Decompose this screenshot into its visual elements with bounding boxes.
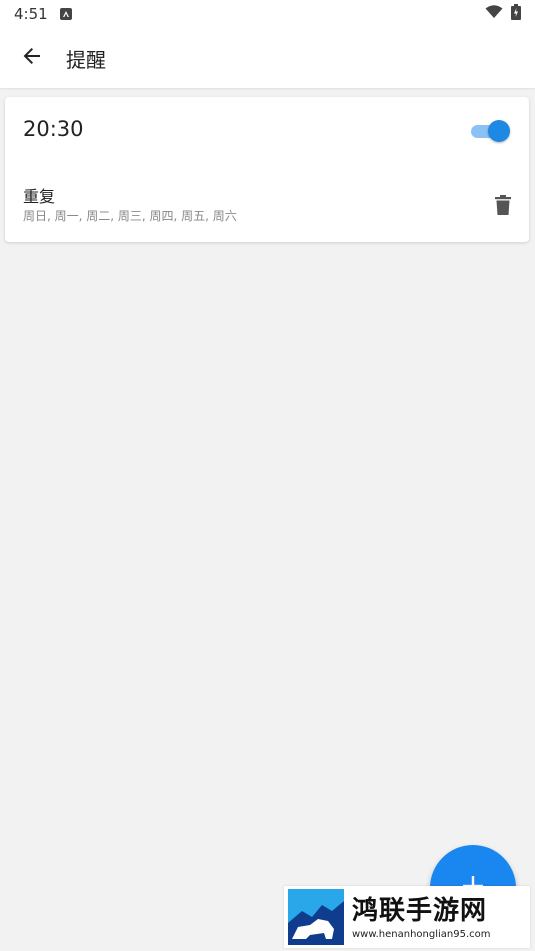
reminder-time[interactable]: 20:30: [23, 117, 84, 141]
page-title: 提醒: [66, 47, 106, 72]
a-badge-icon: [59, 8, 72, 20]
app-bar: 提醒: [0, 28, 535, 88]
watermark-logo-icon: [288, 889, 344, 945]
trash-icon: [495, 195, 511, 219]
status-time: 4:51: [14, 5, 48, 23]
watermark-name: 鸿联手游网: [352, 895, 488, 926]
battery-icon: [511, 4, 521, 24]
arrow-left-icon: [22, 46, 42, 70]
status-bar: 4:51: [0, 0, 535, 28]
back-button[interactable]: [4, 28, 60, 88]
reminder-card[interactable]: 20:30 重复 周日, 周一, 周二, 周三, 周四, 周五, 周六: [5, 97, 529, 242]
repeat-days: 周日, 周一, 周二, 周三, 周四, 周五, 周六: [23, 209, 237, 223]
watermark: 鸿联手游网 www.henanhonglian95.com: [284, 886, 530, 948]
delete-button[interactable]: [483, 187, 523, 227]
watermark-url: www.henanhonglian95.com: [352, 928, 491, 940]
wifi-icon: [485, 5, 503, 23]
repeat-label: 重复: [23, 187, 56, 206]
toggle-thumb: [488, 120, 510, 142]
reminder-toggle[interactable]: [469, 119, 511, 143]
